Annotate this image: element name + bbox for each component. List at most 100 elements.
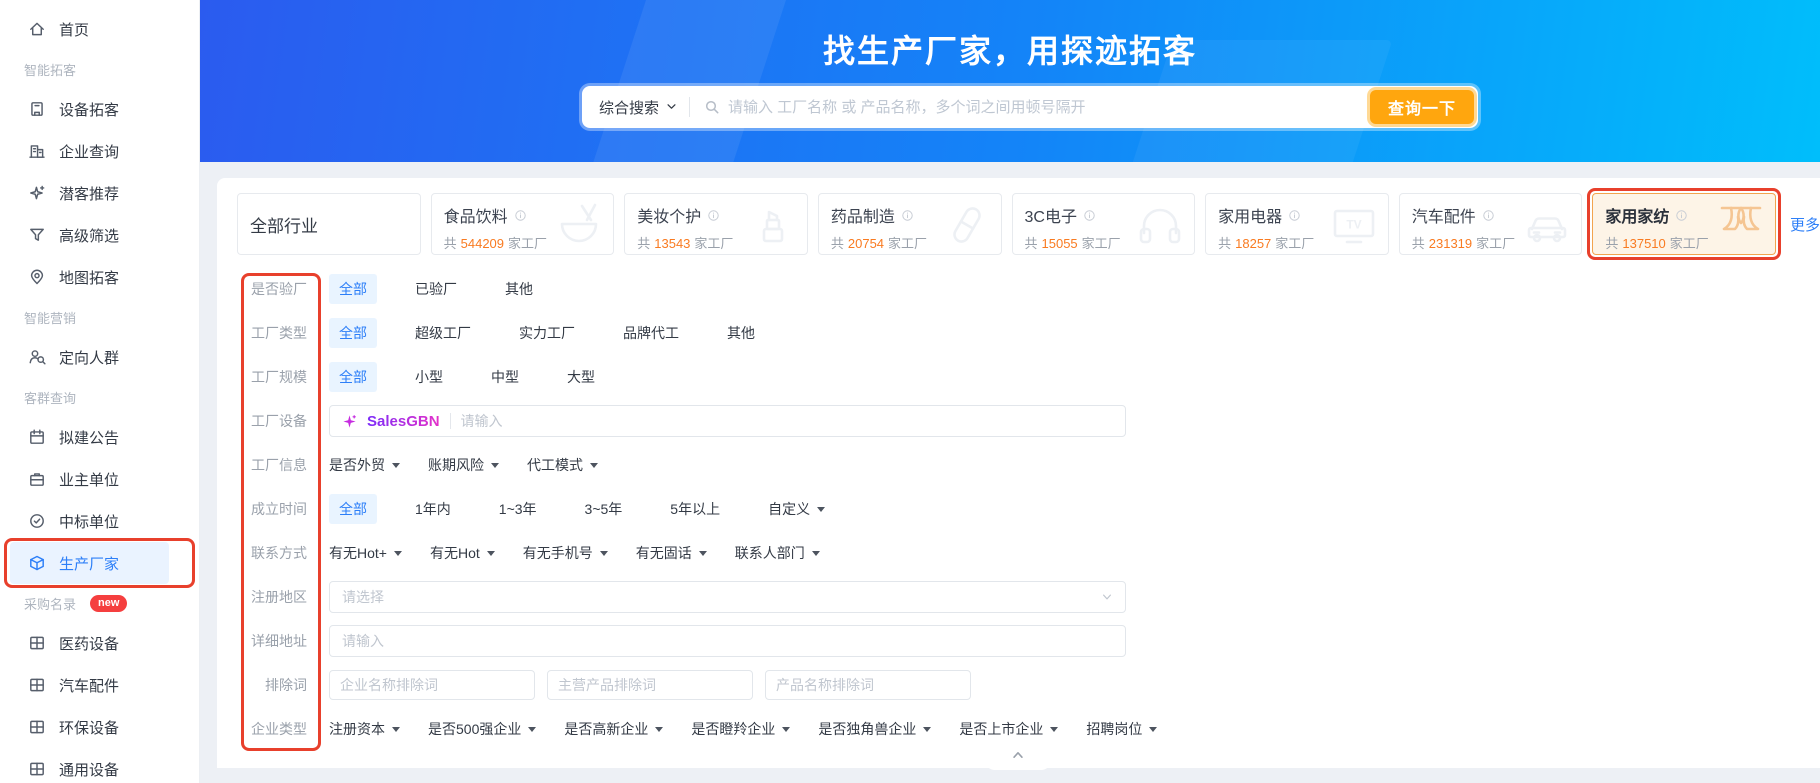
caret-down-icon <box>699 551 707 560</box>
search-input[interactable] <box>728 99 1478 116</box>
filter-option[interactable]: 品牌代工 <box>613 318 689 348</box>
search-scope-dropdown[interactable]: 综合搜索 <box>582 97 689 118</box>
sidebar-item-label: 医药设备 <box>59 633 119 654</box>
sidebar-item[interactable]: 企业查询 <box>10 130 169 172</box>
sidebar-section-title: 客群查询 <box>0 378 199 416</box>
sidebar-nav: 首页智能拓客设备拓客企业查询潜客推荐高级筛选地图拓客智能营销定向人群客群查询拟建… <box>0 8 199 783</box>
filter-dropdown[interactable]: 招聘岗位 <box>1086 719 1157 739</box>
filter-dropdown[interactable]: 是否独角兽企业 <box>818 719 931 739</box>
exclude-word-input[interactable]: 主营产品排除词 <box>547 670 753 700</box>
caret-down-icon <box>1050 727 1058 736</box>
industry-card-count: 共18257家工厂 <box>1218 233 1376 252</box>
info-icon <box>1083 209 1096 222</box>
info-icon <box>901 209 914 222</box>
filter-option[interactable]: 全部 <box>329 274 377 304</box>
filter-dropdown[interactable]: 是否上市企业 <box>959 719 1058 739</box>
filter-option[interactable]: 自定义 <box>758 494 835 524</box>
sidebar-item-label: 拟建公告 <box>59 427 119 448</box>
filter-dropdown[interactable]: 代工模式 <box>527 455 598 475</box>
filter-option[interactable]: 5年以上 <box>660 494 730 524</box>
sidebar-item[interactable]: 首页 <box>10 8 169 50</box>
more-link[interactable]: 更多 <box>1790 214 1820 235</box>
sidebar-item[interactable]: 业主单位 <box>10 458 169 500</box>
industry-card-label: 家用电器 <box>1218 203 1282 227</box>
filter-option[interactable]: 1~3年 <box>489 494 547 524</box>
search-bar: 综合搜索 查询一下 <box>582 86 1478 128</box>
industry-cards: 全部行业 食品饮料 共544209家工厂 美妆个护 共13543家工厂 药品制造… <box>237 193 1776 255</box>
industry-card[interactable]: 家用家纺 共137510家工厂 <box>1592 193 1776 255</box>
filter-row-label: 工厂类型 <box>217 323 307 343</box>
book-icon <box>28 634 46 652</box>
filter-option[interactable]: 全部 <box>329 494 377 524</box>
sidebar-item[interactable]: 医药设备 <box>10 622 169 664</box>
search-button[interactable]: 查询一下 <box>1370 90 1474 124</box>
input-placeholder: 请输入 <box>342 631 384 651</box>
sidebar-item[interactable]: 中标单位 <box>10 500 169 542</box>
filter-option[interactable]: 超级工厂 <box>405 318 481 348</box>
industry-card[interactable]: 药品制造 共20754家工厂 <box>818 193 1002 255</box>
filter-option[interactable]: 大型 <box>557 362 605 392</box>
filter-option[interactable]: 1年内 <box>405 494 461 524</box>
sidebar-item[interactable]: 通用设备 <box>10 748 169 783</box>
filter-option[interactable]: 已验厂 <box>405 274 467 304</box>
industry-card[interactable]: 家用电器 共18257家工厂 TV <box>1205 193 1389 255</box>
exclude-word-input[interactable]: 产品名称排除词 <box>765 670 971 700</box>
sidebar-item[interactable]: 环保设备 <box>10 706 169 748</box>
address-input[interactable]: 请输入 <box>329 625 1126 657</box>
chevron-up-icon <box>1010 748 1026 762</box>
region-select[interactable]: 请选择 <box>329 581 1126 613</box>
filter-dropdown[interactable]: 有无固话 <box>636 543 707 563</box>
filter-option[interactable]: 全部 <box>329 318 377 348</box>
filter-dropdown[interactable]: 是否500强企业 <box>428 719 536 739</box>
collapse-tab[interactable] <box>985 754 1051 770</box>
book-icon <box>28 676 46 694</box>
person-search-icon <box>28 348 46 366</box>
filter-dropdown[interactable]: 是否高新企业 <box>564 719 663 739</box>
sidebar-item[interactable]: 生产厂家 <box>10 542 169 584</box>
industry-card[interactable]: 食品饮料 共544209家工厂 <box>431 193 615 255</box>
sidebar-item[interactable]: 拟建公告 <box>10 416 169 458</box>
sidebar-item[interactable]: 潜客推荐 <box>10 172 169 214</box>
industry-card[interactable]: 3C电子 共15055家工厂 <box>1012 193 1196 255</box>
filter-dropdown[interactable]: 有无手机号 <box>523 543 608 563</box>
filter-row-label: 注册地区 <box>217 587 307 607</box>
book-icon <box>28 718 46 736</box>
filter-option[interactable]: 其他 <box>495 274 543 304</box>
industry-card[interactable]: 美妆个护 共13543家工厂 <box>624 193 808 255</box>
filter-row-label: 工厂信息 <box>217 455 307 475</box>
filter-option[interactable]: 3~5年 <box>575 494 633 524</box>
sidebar-item[interactable]: 高级筛选 <box>10 214 169 256</box>
sidebar-item[interactable]: 定向人群 <box>10 336 169 378</box>
sparkle-icon <box>28 184 46 202</box>
factory-equipment-input[interactable]: SalesGBN请输入 <box>329 405 1126 437</box>
caret-down-icon <box>923 727 931 736</box>
exclude-word-input[interactable]: 企业名称排除词 <box>329 670 535 700</box>
filter-option[interactable]: 小型 <box>405 362 453 392</box>
filter-row: 企业类型 注册资本是否500强企业是否高新企业是否瞪羚企业是否独角兽企业是否上市… <box>217 707 1820 751</box>
filter-dropdown[interactable]: 有无Hot <box>430 543 495 563</box>
cube-icon <box>28 554 46 572</box>
sidebar-item-label: 地图拓客 <box>59 267 119 288</box>
filter-dropdown[interactable]: 有无Hot+ <box>329 543 402 563</box>
sidebar-item[interactable]: 地图拓客 <box>10 256 169 298</box>
filter-dropdown[interactable]: 是否瞪羚企业 <box>691 719 790 739</box>
filter-option[interactable]: 中型 <box>481 362 529 392</box>
industry-card-label: 食品饮料 <box>444 203 508 227</box>
filter-dropdown[interactable]: 注册资本 <box>329 719 400 739</box>
filter-option[interactable]: 实力工厂 <box>509 318 585 348</box>
sidebar-section-title: 智能营销 <box>0 298 199 336</box>
filter-dropdown[interactable]: 是否外贸 <box>329 455 400 475</box>
caret-down-icon <box>528 727 536 736</box>
filter-dropdown[interactable]: 联系人部门 <box>735 543 820 563</box>
filter-dropdown[interactable]: 账期风险 <box>428 455 499 475</box>
header-decoration <box>588 0 793 162</box>
sidebar-item[interactable]: 设备拓客 <box>10 88 169 130</box>
filter-row: 工厂信息 是否外贸 账期风险 代工模式 <box>217 443 1820 487</box>
industry-card[interactable]: 汽车配件 共231319家工厂 <box>1399 193 1583 255</box>
filter-option[interactable]: 其他 <box>717 318 765 348</box>
filter-option[interactable]: 全部 <box>329 362 377 392</box>
industry-card-all[interactable]: 全部行业 <box>237 193 421 255</box>
salesgbn-logo: SalesGBN <box>367 413 440 430</box>
divider <box>689 97 690 117</box>
sidebar-item[interactable]: 汽车配件 <box>10 664 169 706</box>
